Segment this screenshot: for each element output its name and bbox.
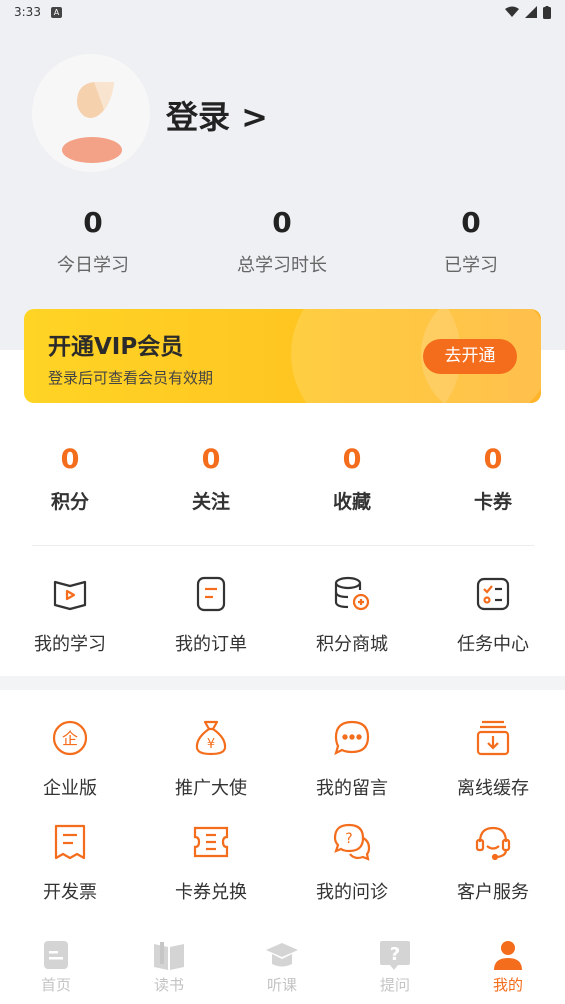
profile-icon [494, 941, 522, 970]
course-cap-icon [266, 943, 298, 967]
service-label: 我的留言 [316, 778, 388, 799]
tab-reading[interactable]: 读书 [124, 938, 214, 995]
book-icon [154, 942, 184, 970]
vip-banner[interactable]: 开通VIP会员 登录后可查看会员有效期 去开通 [24, 309, 541, 403]
tab-label: 听课 [266, 976, 297, 994]
signal-icon [525, 6, 537, 18]
notification-icon: A [50, 6, 62, 18]
home-icon [44, 941, 68, 969]
count-coupons[interactable]: 0 卡券 [433, 444, 553, 514]
stat-value: 0 [83, 206, 103, 239]
stat-label: 总学习时长 [237, 255, 327, 276]
svg-text:?: ? [345, 831, 352, 847]
header-background [0, 0, 565, 350]
question-icon: ? [380, 941, 410, 970]
count-value: 0 [201, 444, 221, 475]
service-label: 我的问诊 [316, 882, 388, 903]
tab-mine[interactable]: 我的 [463, 938, 553, 995]
service-customer-support[interactable]: 客户服务 [433, 822, 553, 904]
service-coupon-exchange[interactable]: 卡券兑换 [151, 822, 271, 904]
service-my-consultation[interactable]: ? 我的问诊 [292, 822, 412, 904]
tab-label: 读书 [153, 976, 184, 994]
tab-ask[interactable]: ? 提问 [350, 938, 440, 995]
download-icon [476, 720, 510, 756]
svg-text:?: ? [390, 944, 400, 965]
enterprise-icon: 企 [52, 720, 88, 756]
tab-label: 首页 [40, 976, 71, 994]
section-gap [0, 676, 565, 690]
task-list-icon [476, 577, 510, 611]
count-favorites[interactable]: 0 收藏 [292, 444, 412, 514]
stat-value: 0 [272, 206, 292, 239]
points-coins-icon [334, 576, 370, 611]
menu-points-mall[interactable]: 积分商城 [292, 574, 412, 656]
vip-open-button[interactable]: 去开通 [423, 339, 517, 374]
service-invoice[interactable]: 开发票 [10, 822, 130, 904]
headset-icon [475, 826, 511, 861]
menu-label: 任务中心 [457, 634, 529, 655]
count-following[interactable]: 0 关注 [151, 444, 271, 514]
stat-today-study: 0 今日学习 [23, 206, 163, 277]
section-divider [32, 545, 534, 546]
bottom-tab-bar: 首页 读书 听课 ? 提问 我的 [0, 930, 565, 1004]
service-label: 推广大使 [175, 778, 247, 799]
default-avatar-icon [62, 82, 122, 163]
tab-label: 我的 [492, 976, 523, 994]
stat-value: 0 [461, 206, 481, 239]
menu-my-study[interactable]: 我的学习 [10, 574, 130, 656]
menu-label: 我的订单 [175, 634, 247, 655]
stat-label: 今日学习 [57, 255, 129, 276]
study-book-icon [53, 580, 87, 611]
count-label: 收藏 [332, 491, 371, 513]
vip-subtitle: 登录后可查看会员有效期 [48, 369, 214, 387]
service-my-messages[interactable]: 我的留言 [292, 718, 412, 800]
question-chat-icon: ? [333, 823, 371, 861]
service-offline-cache[interactable]: 离线缓存 [433, 718, 553, 800]
battery-icon [543, 5, 551, 19]
count-label: 积分 [50, 491, 89, 513]
service-label: 卡券兑换 [175, 882, 247, 903]
order-doc-icon [196, 576, 226, 612]
count-label: 关注 [191, 491, 230, 513]
status-bar: 3:33 A [0, 0, 565, 24]
vip-title: 开通VIP会员 [48, 334, 184, 360]
login-link[interactable]: 登录 > [166, 92, 268, 138]
invoice-icon [54, 824, 86, 860]
service-label: 开发票 [43, 882, 97, 903]
status-time: 3:33 [14, 5, 41, 19]
avatar[interactable] [32, 54, 150, 172]
menu-task-center[interactable]: 任务中心 [433, 574, 553, 656]
count-value: 0 [60, 444, 80, 475]
menu-label: 积分商城 [316, 634, 388, 655]
wifi-icon [505, 6, 519, 17]
service-label: 客户服务 [457, 882, 529, 903]
svg-text:企: 企 [62, 729, 78, 748]
service-promoter[interactable]: ¥ 推广大使 [151, 718, 271, 800]
service-enterprise[interactable]: 企 企业版 [10, 718, 130, 800]
coupon-icon [193, 826, 229, 858]
money-bag-icon: ¥ [195, 720, 227, 756]
count-points[interactable]: 0 积分 [10, 444, 130, 514]
service-label: 企业版 [43, 778, 97, 799]
count-label: 卡券 [473, 491, 512, 513]
stat-total-duration: 0 总学习时长 [212, 206, 352, 277]
tab-home[interactable]: 首页 [11, 938, 101, 995]
stat-studied: 0 已学习 [401, 206, 541, 277]
tab-courses[interactable]: 听课 [237, 938, 327, 995]
message-bubble-icon [334, 720, 370, 756]
service-label: 离线缓存 [457, 778, 529, 799]
count-value: 0 [483, 444, 503, 475]
svg-text:¥: ¥ [207, 737, 215, 752]
tab-label: 提问 [379, 976, 410, 994]
count-value: 0 [342, 444, 362, 475]
menu-my-orders[interactable]: 我的订单 [151, 574, 271, 656]
menu-label: 我的学习 [34, 634, 106, 655]
stat-label: 已学习 [444, 255, 498, 276]
